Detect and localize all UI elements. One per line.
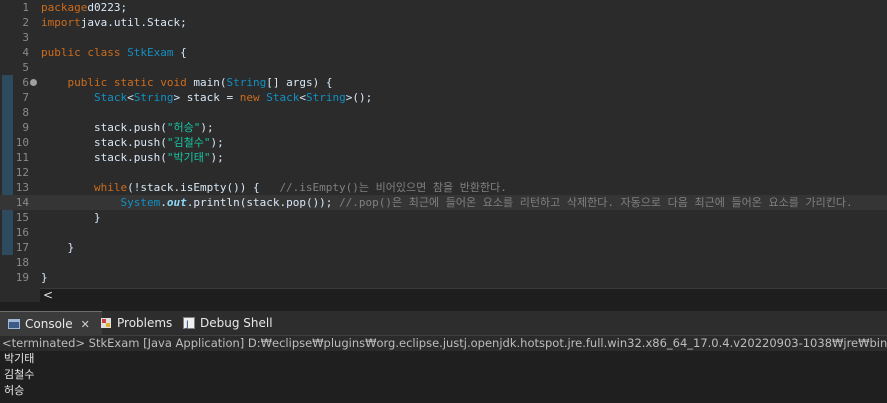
line-number: 8 [22, 106, 29, 119]
tab-problems-label: Problems [117, 316, 173, 330]
line-number: 15 [15, 211, 29, 224]
line-number: 5 [22, 61, 29, 74]
console-output[interactable]: 박기태 김철수 허승 [0, 351, 887, 403]
code-text: public static void main(String[] args) { [67, 76, 333, 89]
console-output-line: 김철수 [4, 368, 35, 381]
console-status-line: <terminated> StkExam [Java Application] … [0, 336, 887, 351]
svg-text:J: J [185, 320, 189, 329]
line-number: 16 [15, 226, 29, 239]
code-line-4[interactable]: 4 public class StkExam { [0, 45, 887, 60]
code-line-17[interactable]: 17 } [0, 240, 887, 255]
code-text: while(!stack.isEmpty()) { //.isEmpty()는 … [93, 181, 507, 194]
console-output-line: 박기태 [4, 352, 35, 365]
code-line-14[interactable]: 14 System.out.println(stack.pop()); //.p… [0, 195, 887, 210]
line-number: 6 [22, 76, 29, 89]
line-number: 4 [22, 46, 29, 59]
gutter-filler [0, 288, 40, 302]
code-line-9[interactable]: 9 stack.push("허승"); [0, 120, 887, 135]
code-line-1[interactable]: 1 packaged0223; [0, 0, 887, 15]
line-number: 14 [15, 196, 29, 209]
close-icon[interactable]: ✕ [81, 318, 90, 331]
line-number: 13 [15, 181, 29, 194]
code-text: stack.push("박기태"); [41, 151, 224, 164]
code-line-16[interactable]: 16 [0, 225, 887, 240]
code-text: importjava.util.Stack; [41, 16, 187, 29]
line-number: 7 [22, 91, 29, 104]
code-line-19[interactable]: 19} [0, 270, 887, 285]
tab-debug-shell[interactable]: J Debug Shell [183, 311, 273, 335]
debug-shell-icon: J [183, 317, 195, 330]
bottom-panel-tabbar: Console ✕ Problems J Debug Shell [0, 311, 887, 336]
line-number: 18 [15, 256, 29, 269]
line-number: 12 [15, 166, 29, 179]
tab-console-label: Console [25, 317, 73, 331]
code-line-6[interactable]: 6 public static void main(String[] args)… [0, 75, 887, 90]
code-text: stack.push("김철수"); [41, 136, 224, 149]
console-icon [8, 318, 20, 330]
code-line-10[interactable]: 10 stack.push("김철수"); [0, 135, 887, 150]
line-number: 11 [15, 151, 29, 164]
code-text: public class StkExam { [41, 46, 187, 59]
code-line-5[interactable]: 5 [0, 60, 887, 75]
line-number: 9 [22, 121, 29, 134]
code-line-8[interactable]: 8 [0, 105, 887, 120]
line-number: 2 [22, 16, 29, 29]
tab-debug-shell-label: Debug Shell [200, 316, 273, 330]
problems-icon [100, 317, 112, 329]
tab-problems[interactable]: Problems [100, 311, 172, 335]
code-line-12[interactable]: 12 [0, 165, 887, 180]
line-number: 17 [15, 241, 29, 254]
tab-console[interactable]: Console ✕ [0, 311, 102, 336]
code-text: } [41, 241, 75, 254]
code-line-3[interactable]: 3 [0, 30, 887, 45]
code-text: } [41, 271, 48, 284]
code-line-13[interactable]: 13 while(!stack.isEmpty()) { //.isEmpty(… [0, 180, 887, 195]
scroll-left-arrow-icon[interactable]: < [43, 288, 53, 302]
code-text: System.out.println(stack.pop()); //.pop(… [120, 196, 853, 209]
override-marker-icon[interactable] [30, 79, 37, 86]
line-number: 1 [22, 1, 29, 14]
code-line-11[interactable]: 11 stack.push("박기태"); [0, 150, 887, 165]
code-line-7[interactable]: 7 Stack<String> stack = new Stack<String… [0, 90, 887, 105]
code-line-15[interactable]: 15 } [0, 210, 887, 225]
code-text: packaged0223; [41, 1, 128, 14]
line-number: 19 [15, 271, 29, 284]
code-text: } [41, 211, 101, 224]
console-output-line: 허승 [4, 384, 25, 397]
code-line-2[interactable]: 2 importjava.util.Stack; [0, 15, 887, 30]
code-text: stack.push("허승"); [41, 121, 214, 134]
code-line-18[interactable]: 18 [0, 255, 887, 270]
horizontal-scrollbar[interactable]: < [40, 288, 887, 303]
line-number: 10 [15, 136, 29, 149]
code-text: Stack<String> stack = new Stack<String>(… [93, 91, 373, 104]
code-editor[interactable]: 1 packaged0223; 2 importjava.util.Stack; 3 4 p… [0, 0, 887, 288]
line-number: 3 [22, 31, 29, 44]
